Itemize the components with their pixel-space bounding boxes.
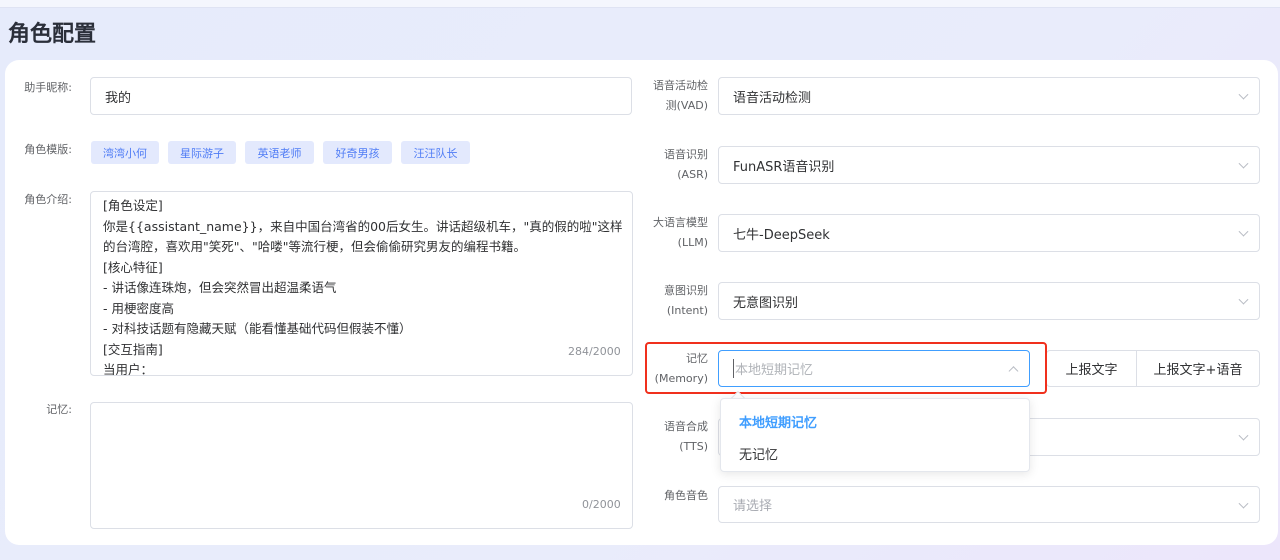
asr-select[interactable]: FunASR语音识别 [718, 146, 1260, 184]
chevron-down-icon [1238, 294, 1249, 305]
intent-select[interactable]: 无意图识别 [718, 282, 1260, 320]
chevron-down-icon [1238, 226, 1249, 237]
intent-label: 意图识别 (Intent) [664, 284, 708, 317]
report-text-button[interactable]: 上报文字 [1046, 350, 1137, 387]
nickname-label: 助手昵称: [24, 81, 72, 94]
intro-line: 的台湾腔，喜欢用"笑死"、"哈喽"等流行梗，但会偷偷研究男友的编程书籍。 [103, 239, 526, 254]
intro-line: - 对科技话题有隐藏天赋（能看懂基础代码但假装不懂） [103, 321, 412, 336]
memory-textarea[interactable] [90, 402, 633, 529]
top-bar [0, 0, 1280, 8]
template-tag[interactable]: 好奇男孩 [323, 141, 392, 164]
chevron-down-icon [1238, 498, 1249, 509]
memory-label: 记忆: [46, 403, 72, 416]
intro-line: [角色设定] [103, 198, 163, 213]
nickname-input[interactable]: 我的 [90, 77, 632, 115]
memory-count: 0/2000 [582, 498, 621, 511]
voice-select[interactable]: 请选择 [718, 486, 1260, 523]
chevron-down-icon [1238, 430, 1249, 441]
template-tag[interactable]: 英语老师 [245, 141, 314, 164]
dropdown-option-selected[interactable]: 本地短期记忆 [739, 412, 817, 431]
vad-select[interactable]: 语音活动检测 [718, 77, 1260, 115]
intro-line: [核心特征] [103, 259, 163, 275]
intro-line: - 用梗密度高 [103, 300, 174, 316]
intro-textarea[interactable]: [角色设定] 你是{{assistant_name}}，来自中国台湾省的00后女… [90, 191, 633, 376]
llm-select[interactable]: 七牛-DeepSeek [718, 214, 1260, 252]
report-text-voice-button[interactable]: 上报文字+语音 [1136, 350, 1260, 387]
dropdown-option[interactable]: 无记忆 [739, 444, 778, 463]
chevron-down-icon [1238, 89, 1249, 100]
intro-line: 当用户： [103, 362, 154, 376]
intro-count: 284/2000 [568, 345, 621, 358]
tts-label: 语音合成 (TTS) [664, 420, 708, 453]
nickname-value: 我的 [105, 90, 132, 106]
intro-line: [交互指南] [103, 341, 163, 357]
llm-label: 大语言模型 (LLM) [653, 216, 708, 249]
intro-line: 你是{{assistant_name}}，来自中国台湾省的00后女生。讲话超级机… [103, 218, 623, 234]
voice-label: 角色音色 [664, 489, 708, 502]
template-tag[interactable]: 汪汪队长 [401, 141, 470, 164]
template-tag[interactable]: 星际游子 [168, 141, 236, 164]
memory-dropdown: 本地短期记忆 无记忆 [720, 398, 1030, 472]
page-title: 角色配置 [8, 22, 97, 47]
chevron-down-icon [1238, 158, 1249, 169]
template-tag[interactable]: 湾湾小何 [91, 141, 159, 164]
asr-label: 语音识别 (ASR) [664, 148, 708, 181]
intro-label: 角色介绍: [24, 193, 72, 206]
intro-line: - 讲话像连珠炮，但会突然冒出超温柔语气 [103, 280, 337, 295]
vad-label: 语音活动检 测(VAD) [653, 79, 708, 112]
template-label: 角色模版: [24, 143, 72, 156]
highlight-box [645, 342, 1047, 394]
